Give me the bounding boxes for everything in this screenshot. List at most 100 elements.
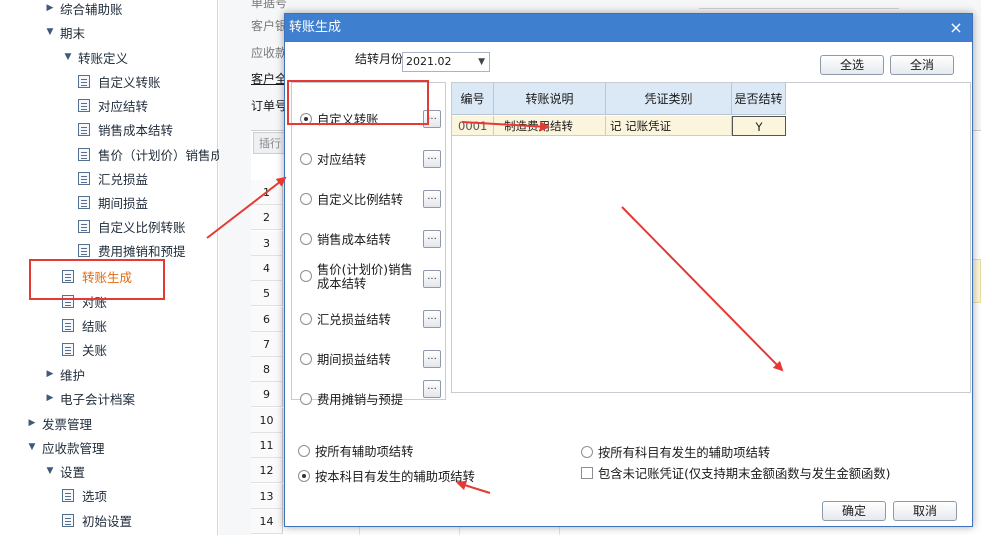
grid-cell-voucher-type[interactable]: 记 记账凭证 [606, 116, 732, 136]
radio-sales-cost[interactable] [300, 233, 312, 245]
cancel-button[interactable]: 取消 [893, 501, 957, 521]
type-label: 汇兑损益结转 [317, 313, 391, 327]
tree-item[interactable]: 销售成本结转 [78, 118, 173, 140]
select-all-button[interactable]: 全选 [820, 55, 884, 75]
type-option-corresponding[interactable]: 对应结转 [300, 150, 440, 168]
document-icon [78, 122, 90, 136]
grid-header-description[interactable]: 转账说明 [494, 83, 606, 115]
type-settings-button-exchange[interactable]: ... [423, 310, 441, 328]
tree-item[interactable]: 选项 [62, 484, 107, 506]
type-option-exchange[interactable]: 汇兑损益结转 [300, 310, 440, 328]
radio-subject-aux[interactable] [298, 470, 310, 482]
grid-cell-transfer-flag[interactable]: Y [732, 116, 786, 136]
chevron-right-icon[interactable]: ▶ [44, 3, 56, 13]
grid-cell-number[interactable]: 0001 [452, 116, 494, 136]
type-settings-button-planned-price[interactable]: ... [423, 270, 441, 288]
radio-period-pl[interactable] [300, 353, 312, 365]
tree-item[interactable]: 初始设置 [62, 509, 132, 531]
tree-item[interactable]: ▼ 转账定义 [62, 46, 128, 68]
month-select[interactable]: 2021.02 ▼ [402, 52, 490, 72]
chevron-down-icon[interactable]: ▼ [26, 442, 38, 452]
tree-item[interactable]: 期间损益 [78, 191, 148, 213]
chevron-right-icon[interactable]: ▶ [26, 418, 38, 428]
type-settings-button-custom-ratio[interactable]: ... [423, 190, 441, 208]
tree-item[interactable]: ▶ 综合辅助账 [44, 0, 123, 19]
option-subject-aux[interactable]: 按本科目有发生的辅助项结转 [298, 467, 475, 485]
tree-item[interactable]: 结账 [62, 314, 107, 336]
tree-item-label: 汇兑损益 [98, 171, 149, 187]
tree-item-label: 维护 [60, 367, 86, 383]
tree-item[interactable]: ▼ 应收款管理 [26, 436, 105, 458]
tree-item[interactable]: 汇兑损益 [78, 167, 148, 189]
type-settings-button-amortization[interactable]: ... [423, 380, 441, 398]
radio-custom[interactable] [300, 113, 312, 125]
tree-item[interactable]: ▼ 设置 [44, 460, 85, 482]
tree-item[interactable]: 费用摊销和预提 [78, 239, 186, 261]
document-icon [62, 488, 74, 502]
chevron-down-icon[interactable]: ▼ [44, 27, 56, 37]
document-icon [78, 171, 90, 185]
clear-all-button[interactable]: 全消 [890, 55, 954, 75]
tree-item[interactable]: 自定义转账 [78, 70, 161, 92]
option-all-aux[interactable]: 按所有辅助项结转 [298, 442, 413, 460]
type-settings-button-sales-cost[interactable]: ... [423, 230, 441, 248]
option-include-unposted[interactable]: 包含未记账凭证(仅支持期末金额函数与发生金额函数) [581, 464, 890, 482]
tree-item[interactable]: 对账 [62, 290, 107, 312]
tree-item[interactable]: ▼ 期末 [44, 21, 85, 43]
dialog-title: 转账生成 [289, 20, 342, 35]
radio-exchange[interactable] [300, 313, 312, 325]
type-settings-button-period-pl[interactable]: ... [423, 350, 441, 368]
chevron-down-icon[interactable]: ▼ [62, 52, 74, 62]
radio-corresponding[interactable] [300, 153, 312, 165]
type-option-custom[interactable]: 自定义转账 [300, 110, 440, 128]
type-option-planned-price[interactable]: 售价(计划价)销售成本结转 [300, 263, 420, 291]
chevron-down-icon[interactable]: ▼ [44, 466, 56, 476]
bg-row-number: 8 [251, 357, 283, 383]
close-icon[interactable]: × [948, 14, 964, 42]
document-icon [78, 147, 90, 161]
tree-item-label: 初始设置 [82, 513, 133, 529]
ok-button[interactable]: 确定 [822, 501, 886, 521]
type-label: 对应结转 [317, 153, 367, 167]
tree-item[interactable]: 对应结转 [78, 94, 148, 116]
radio-planned-price[interactable] [300, 270, 312, 282]
include-unposted-checkbox[interactable] [581, 467, 593, 479]
tree-item[interactable]: ▶ 发票管理 [26, 412, 92, 434]
type-option-custom-ratio[interactable]: 自定义比例结转 [300, 190, 440, 208]
radio-all-subjects-aux[interactable] [581, 446, 593, 458]
tree-item[interactable]: 转账生成 [62, 265, 132, 287]
tree-item[interactable]: ▶ 电子会计档案 [44, 387, 135, 409]
type-option-period-pl[interactable]: 期间损益结转 [300, 350, 440, 368]
tree-item-label: 费用摊销和预提 [98, 243, 186, 259]
tree-item-label: 自定义转账 [98, 74, 161, 90]
tree-item-label: 综合辅助账 [60, 1, 123, 17]
bg-label-0: 单据号 [251, 0, 288, 10]
bg-row-number: 12 [251, 458, 283, 484]
grid-cell-description[interactable]: 制造费用结转 [494, 116, 606, 136]
chevron-right-icon[interactable]: ▶ [44, 393, 56, 403]
type-option-amortization[interactable]: 费用摊销与预提 [300, 390, 440, 408]
tree-item-label: 应收款管理 [42, 440, 105, 456]
tree-item[interactable]: ▶ 维护 [44, 363, 85, 385]
type-settings-button-corresponding[interactable]: ... [423, 150, 441, 168]
grid-header-voucher-type[interactable]: 凭证类别 [606, 83, 732, 115]
tree-item-label: 转账生成 [82, 269, 133, 285]
type-settings-button-custom[interactable]: ... [423, 110, 441, 128]
grid-header-transfer-flag[interactable]: 是否结转 [732, 83, 786, 115]
tree-item[interactable]: 关账 [62, 338, 107, 360]
document-icon [62, 318, 74, 332]
tree-item-label: 对账 [82, 294, 108, 310]
document-icon [78, 219, 90, 233]
insert-row-tab[interactable]: 插行 [253, 132, 287, 154]
type-label: 售价(计划价)销售成本结转 [317, 263, 413, 291]
chevron-right-icon[interactable]: ▶ [44, 369, 56, 379]
tree-item[interactable]: 自定义比例转账 [78, 215, 186, 237]
option-all-subjects-aux[interactable]: 按所有科目有发生的辅助项结转 [581, 443, 770, 461]
radio-all-aux[interactable] [298, 445, 310, 457]
tree-item-label: 销售成本结转 [98, 122, 174, 138]
type-option-sales-cost[interactable]: 销售成本结转 [300, 230, 440, 248]
radio-custom-ratio[interactable] [300, 193, 312, 205]
grid-header-number[interactable]: 编号 [452, 83, 494, 115]
radio-amortization[interactable] [300, 393, 312, 405]
dialog-titlebar[interactable]: 转账生成 × [285, 14, 972, 42]
